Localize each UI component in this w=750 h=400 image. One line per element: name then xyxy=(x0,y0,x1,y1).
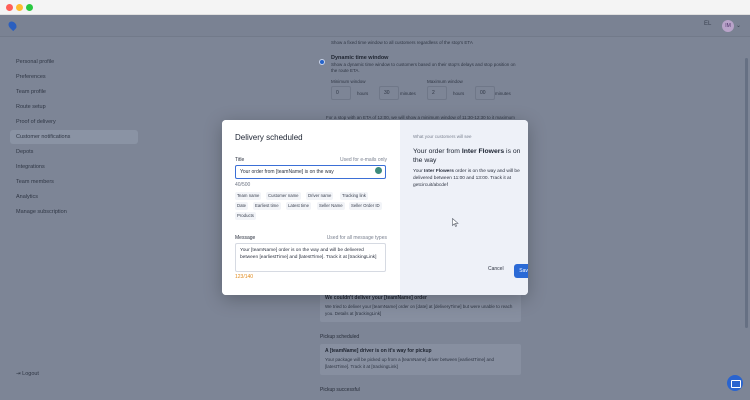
dynamic-window-title: Dynamic time window xyxy=(331,55,389,61)
message-field-hint: Used for all message types xyxy=(326,235,387,241)
max-minutes-field[interactable]: 00 xyxy=(475,86,495,100)
avatar[interactable]: IM xyxy=(722,20,734,32)
pickup-scheduled-card[interactable]: A [teamName] driver is on it's way for p… xyxy=(320,344,521,375)
modal-title: Delivery scheduled xyxy=(235,133,303,142)
max-minutes-unit: minutes xyxy=(495,91,511,96)
sidebar-item-depots[interactable]: Depots xyxy=(10,145,138,159)
grammar-check-icon[interactable] xyxy=(375,167,382,174)
chip-seller-order-id[interactable]: Seller Order ID xyxy=(349,202,382,210)
pickup-successful-label: Pickup successful xyxy=(320,387,360,393)
max-hours-field[interactable]: 2 xyxy=(427,86,447,100)
preview-body-prefix: Your xyxy=(413,169,425,174)
sidebar-item-team-profile[interactable]: Team profile xyxy=(10,85,138,99)
chip-team-name[interactable]: Team name xyxy=(235,192,262,200)
chip-driver-name[interactable]: Driver name xyxy=(306,192,334,200)
chip-customer-name[interactable]: Customer name xyxy=(266,192,301,200)
failed-card-body: We tried to deliver your [teamName] orde… xyxy=(325,304,513,316)
window-titlebar xyxy=(0,0,750,15)
sidebar-item-preferences[interactable]: Preferences xyxy=(10,70,138,84)
logo-icon[interactable] xyxy=(6,19,19,32)
chip-latest-time[interactable]: Latest time xyxy=(286,202,312,210)
message-textarea[interactable]: Your [teamName] order is on the way and … xyxy=(235,243,386,272)
message-char-counter: 123/140 xyxy=(235,274,254,280)
chip-seller-name[interactable]: Seller Name xyxy=(317,202,345,210)
sidebar-item-route-setup[interactable]: Route setup xyxy=(10,100,138,114)
mouse-cursor-icon xyxy=(452,218,459,227)
preview-body: Your Inter Flowers order is on the way a… xyxy=(413,168,521,189)
delivery-scheduled-modal: Delivery scheduled Title Used for e-mail… xyxy=(222,120,528,295)
maximum-window-label: Maximum window xyxy=(427,79,463,84)
top-bar: EL IM ⌄ xyxy=(0,15,750,37)
chat-support-button[interactable] xyxy=(727,375,743,391)
title-field-label: Title xyxy=(235,157,245,163)
pickup-card-title: A [teamName] driver is on it's way for p… xyxy=(325,348,432,354)
chip-date[interactable]: Date xyxy=(235,202,249,210)
min-minutes-unit: minutes xyxy=(400,91,416,96)
preview-title-team: Inter Flowers xyxy=(461,148,505,155)
logout-link[interactable]: ⇥ Logout xyxy=(16,371,39,377)
failed-delivery-card[interactable]: We couldn't deliver your [teamName] orde… xyxy=(320,291,521,322)
dynamic-window-desc-2: the route ETA. xyxy=(331,68,360,73)
close-window-icon[interactable] xyxy=(6,4,13,11)
sidebar-item-customer-notifications[interactable]: Customer notifications xyxy=(10,130,138,144)
sidebar-item-analytics[interactable]: Analytics xyxy=(10,190,138,204)
modal-editor-panel: Delivery scheduled Title Used for e-mail… xyxy=(222,120,400,295)
sidebar: Personal profile Preferences Team profil… xyxy=(0,37,150,400)
logout-label: Logout xyxy=(22,371,39,377)
sidebar-item-team-members[interactable]: Team members xyxy=(10,175,138,189)
min-hours-unit: hours xyxy=(357,91,369,96)
preview-body-team: Inter Flowers xyxy=(424,169,454,174)
fixed-window-text: Show a fixed time window to all customer… xyxy=(331,40,473,45)
message-field-label: Message xyxy=(235,235,256,241)
sidebar-item-integrations[interactable]: Integrations xyxy=(10,160,138,174)
sidebar-item-personal-profile[interactable]: Personal profile xyxy=(10,55,138,69)
preview-title-prefix: Your order from xyxy=(413,148,462,155)
cancel-button[interactable]: Cancel xyxy=(488,266,504,272)
title-char-counter: 40/500 xyxy=(235,182,251,188)
min-minutes-field[interactable]: 30 xyxy=(379,86,399,100)
pickup-scheduled-label: Pickup scheduled xyxy=(320,334,360,340)
chevron-down-icon[interactable]: ⌄ xyxy=(736,22,741,29)
maximize-window-icon[interactable] xyxy=(26,4,33,11)
chip-tracking-link[interactable]: Tracking link xyxy=(340,192,368,200)
preview-hint: What your customers will see xyxy=(413,134,472,139)
pickup-card-body: Your package will be picked up from a [t… xyxy=(325,357,495,369)
max-hours-unit: hours xyxy=(453,91,465,96)
sidebar-item-proof-of-delivery[interactable]: Proof of delivery xyxy=(10,115,138,129)
title-field-hint: Used for e-mails only xyxy=(340,157,387,163)
minimum-window-label: Minimum window xyxy=(331,79,366,84)
min-hours-field[interactable]: 0 xyxy=(331,86,351,100)
workspace-label[interactable]: EL xyxy=(704,21,711,27)
minimize-window-icon[interactable] xyxy=(16,4,23,11)
modal-preview-panel: What your customers will see Your order … xyxy=(400,120,528,295)
dynamic-window-desc: Show a dynamic time window to customers … xyxy=(331,62,516,67)
sidebar-item-manage-subscription[interactable]: Manage subscription xyxy=(10,205,138,219)
chip-earliest-time[interactable]: Earliest time xyxy=(253,202,281,210)
preview-title: Your order from Inter Flowers is on the … xyxy=(413,147,521,165)
dynamic-window-radio[interactable] xyxy=(319,59,325,65)
title-input[interactable]: Your order from [teamName] is on the way xyxy=(235,165,386,179)
chip-products[interactable]: Products xyxy=(235,212,256,220)
scrollbar-thumb[interactable] xyxy=(745,58,748,328)
failed-card-title: We couldn't deliver your [teamName] orde… xyxy=(325,295,427,301)
save-button[interactable]: Save xyxy=(514,264,528,278)
